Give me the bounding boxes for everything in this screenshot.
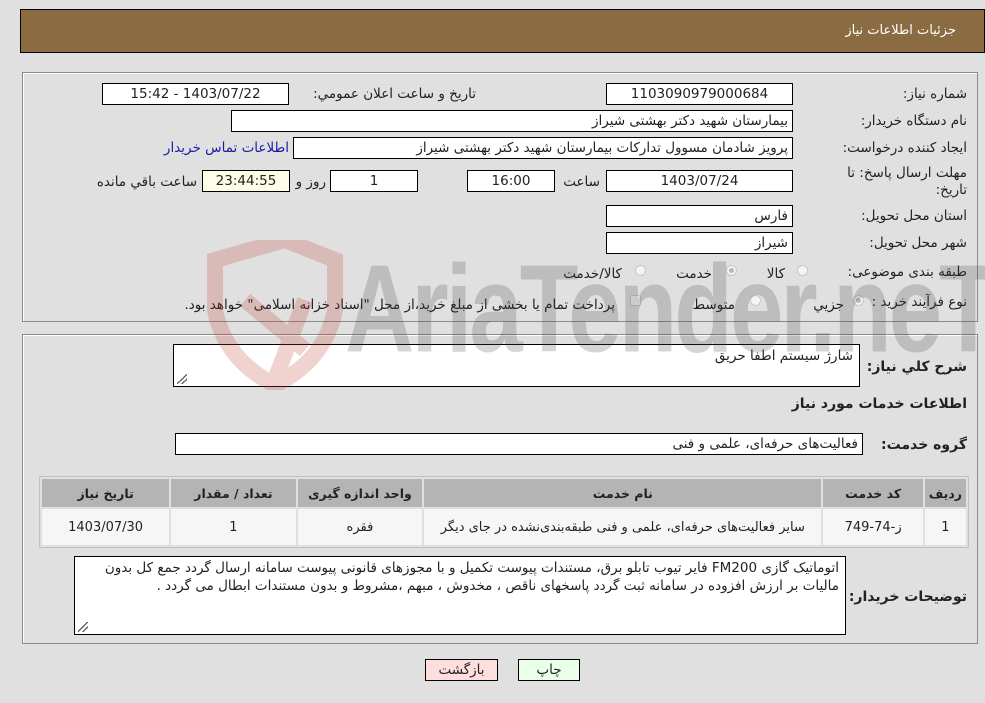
- city-field[interactable]: شیراز: [606, 232, 793, 254]
- province-label: استان محل تحويل:: [861, 208, 967, 224]
- buyer-notes-textarea[interactable]: اتوماتیک گازی FM200 فایر تیوب تابلو برق،…: [74, 556, 846, 635]
- buyer-org-label: نام دستگاه خريدار:: [860, 113, 967, 129]
- description-textarea[interactable]: شارژ سیستم اطفا حریق: [173, 344, 860, 387]
- page-header: جزئیات اطلاعات نیاز: [20, 9, 985, 53]
- treasury-checkbox[interactable]: [630, 295, 641, 306]
- services-table-wrapper: رديف کد خدمت نام خدمت واحد اندازه گيری ت…: [39, 476, 969, 548]
- category-option-goods: کالا: [766, 266, 785, 282]
- days-label: روز و: [295, 174, 326, 190]
- cell-quantity: 1: [171, 509, 296, 545]
- requester-field[interactable]: پرویز شادمان مسوول تدارکات بیمارستان شهی…: [293, 137, 793, 159]
- requester-label: ايجاد کننده درخواست:: [842, 140, 967, 156]
- buyer-org-field[interactable]: بیمارستان شهید دکتر بهشتی شیراز: [231, 110, 793, 132]
- remaining-time-label: ساعت باقي مانده: [96, 174, 197, 190]
- deadline-label-line2: تاريخ:: [935, 182, 967, 198]
- remaining-days-field[interactable]: 1: [330, 170, 418, 192]
- col-quantity: تعداد / مقدار: [171, 479, 296, 507]
- cell-service-name: سایر فعالیت‌های حرفه‌ای، علمی و فنی طبقه…: [424, 509, 822, 545]
- purchase-type-radio-minor[interactable]: [853, 295, 864, 306]
- description-label: شرح کلي نياز:: [866, 359, 967, 375]
- col-need-date: تاريخ نياز: [42, 479, 170, 507]
- announce-datetime-label: تاريخ و ساعت اعلان عمومي:: [313, 86, 476, 102]
- city-label: شهر محل تحويل:: [869, 235, 967, 251]
- need-number-field[interactable]: 1103090979000684: [606, 83, 793, 105]
- province-field[interactable]: فارس: [606, 205, 793, 227]
- cell-unit: فقره: [297, 509, 423, 545]
- col-service-code: کد خدمت: [823, 479, 923, 507]
- deadline-time-field[interactable]: 16:00: [467, 170, 555, 192]
- category-radio-service[interactable]: [726, 265, 737, 276]
- category-radio-goods[interactable]: [797, 265, 808, 276]
- services-table: رديف کد خدمت نام خدمت واحد اندازه گيری ت…: [39, 476, 969, 548]
- col-row-number: رديف: [924, 479, 966, 507]
- back-button[interactable]: بازگشت: [425, 659, 498, 681]
- service-group-field[interactable]: فعالیت‌های حرفه‌ای، علمی و فنی: [175, 433, 863, 455]
- buyer-notes-text: اتوماتیک گازی FM200 فایر تیوب تابلو برق،…: [104, 560, 839, 594]
- page-title: جزئیات اطلاعات نیاز: [845, 23, 956, 38]
- print-button[interactable]: چاپ: [518, 659, 580, 681]
- table-row: 1 ز-74-749 سایر فعالیت‌های حرفه‌ای، علمی…: [42, 509, 966, 545]
- cell-service-code: ز-74-749: [823, 509, 923, 545]
- buyer-notes-label: توضيحات خريدار:: [848, 589, 967, 605]
- resize-grip-icon[interactable]: [177, 374, 187, 384]
- category-option-goods-service: کالا/خدمت: [563, 266, 622, 282]
- category-label: طبقه بندی موضوعی:: [847, 264, 967, 280]
- need-number-label: شماره نیاز:: [902, 86, 967, 102]
- deadline-date-field[interactable]: 1403/07/24: [606, 170, 793, 192]
- buyer-contact-link[interactable]: اطلاعات تماس خريدار: [164, 140, 289, 156]
- purchase-type-label: نوع فرآيند خريد :: [871, 294, 967, 310]
- deadline-time-label: ساعت: [563, 174, 600, 190]
- purchase-type-option-minor: جزيي: [813, 297, 844, 313]
- deadline-label-line1: مهلت ارسال پاسخ: تا: [847, 165, 967, 181]
- purchase-type-option-medium: متوسط: [692, 297, 735, 313]
- purchase-type-radio-medium[interactable]: [750, 295, 761, 306]
- category-option-service: خدمت: [676, 266, 712, 282]
- col-unit: واحد اندازه گيری: [297, 479, 423, 507]
- treasury-note: پرداخت تمام یا بخشی از مبلغ خرید،از محل …: [184, 297, 615, 313]
- col-service-name: نام خدمت: [424, 479, 822, 507]
- cell-row-number: 1: [924, 509, 966, 545]
- announce-datetime-field[interactable]: 1403/07/22 - 15:42: [102, 83, 289, 105]
- resize-grip-icon[interactable]: [78, 622, 88, 632]
- table-header-row: رديف کد خدمت نام خدمت واحد اندازه گيری ت…: [42, 479, 966, 507]
- category-radio-goods-service[interactable]: [635, 265, 646, 276]
- cell-need-date: 1403/07/30: [42, 509, 170, 545]
- description-text: شارژ سیستم اطفا حریق: [714, 348, 853, 364]
- service-group-label: گروه خدمت:: [881, 437, 967, 453]
- services-heading: اطلاعات خدمات مورد نياز: [791, 396, 967, 412]
- remaining-time-field: 23:44:55: [202, 170, 290, 192]
